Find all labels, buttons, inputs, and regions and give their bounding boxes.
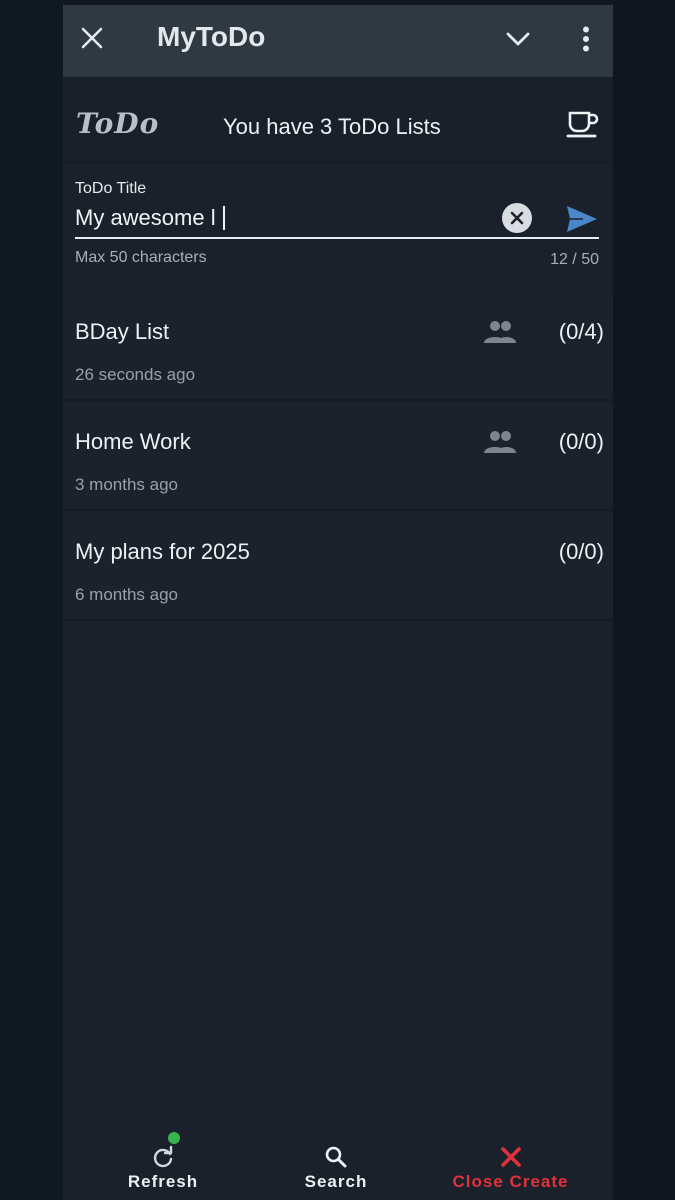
helper-text: Max 50 characters	[75, 249, 207, 266]
list-item-title: My plans for 2025	[75, 539, 250, 564]
list-item[interactable]: My plans for 2025 (0/0) 6 months ago	[63, 513, 613, 621]
refresh-icon	[150, 1132, 180, 1170]
close-icon[interactable]	[77, 23, 107, 53]
group-icon	[483, 429, 517, 455]
char-counter: 12 / 50	[550, 251, 599, 268]
left-backdrop	[0, 0, 63, 1200]
app-window: MyToDo ToDo You have 3 ToDo Lists ToDo T…	[63, 5, 613, 1200]
list-item-progress: (0/4)	[558, 319, 604, 344]
right-backdrop	[613, 0, 675, 1200]
close-x-icon	[498, 1144, 524, 1170]
title-input[interactable]	[75, 203, 495, 233]
search-button[interactable]: Search	[301, 1144, 371, 1200]
list-item[interactable]: Home Work (0/0) 3 months ago	[63, 403, 613, 511]
text-caret	[223, 206, 225, 230]
send-icon[interactable]	[565, 204, 599, 234]
more-vert-icon[interactable]	[575, 23, 597, 55]
list-item-title: Home Work	[75, 429, 191, 454]
todo-logo: ToDo	[76, 107, 160, 140]
todo-lists: BDay List (0/4) 26 seconds ago Home Work…	[63, 293, 613, 623]
close-create-label: Close Create	[452, 1172, 569, 1191]
refresh-badge-dot	[168, 1132, 180, 1144]
list-item-progress: (0/0)	[558, 429, 604, 454]
list-item[interactable]: BDay List (0/4) 26 seconds ago	[63, 293, 613, 401]
list-item-time: 3 months ago	[75, 475, 179, 494]
create-todo-form: ToDo Title Max 50 characters 12 / 50	[63, 163, 613, 273]
chevron-down-icon[interactable]	[503, 25, 533, 53]
refresh-label: Refresh	[127, 1172, 199, 1191]
list-item-title: BDay List	[75, 319, 170, 344]
title-field-label: ToDo Title	[75, 180, 147, 197]
list-item-time: 26 seconds ago	[75, 365, 196, 384]
bottom-nav: Refresh Search Close Create	[63, 1130, 613, 1200]
title-bar: MyToDo	[63, 5, 613, 77]
search-label: Search	[304, 1172, 368, 1191]
list-item-time: 6 months ago	[75, 585, 179, 604]
app-title: MyToDo	[157, 21, 266, 52]
list-header: ToDo You have 3 ToDo Lists	[63, 77, 613, 163]
list-item-progress: (0/0)	[558, 539, 604, 564]
clear-circle-icon[interactable]	[502, 203, 532, 233]
refresh-button[interactable]: Refresh	[123, 1132, 203, 1200]
coffee-cup-icon[interactable]	[565, 108, 599, 140]
search-icon	[323, 1144, 349, 1170]
list-count-text: You have 3 ToDo Lists	[223, 114, 441, 139]
input-underline	[75, 237, 599, 239]
group-icon	[483, 319, 517, 345]
close-create-button[interactable]: Close Create	[448, 1144, 573, 1200]
